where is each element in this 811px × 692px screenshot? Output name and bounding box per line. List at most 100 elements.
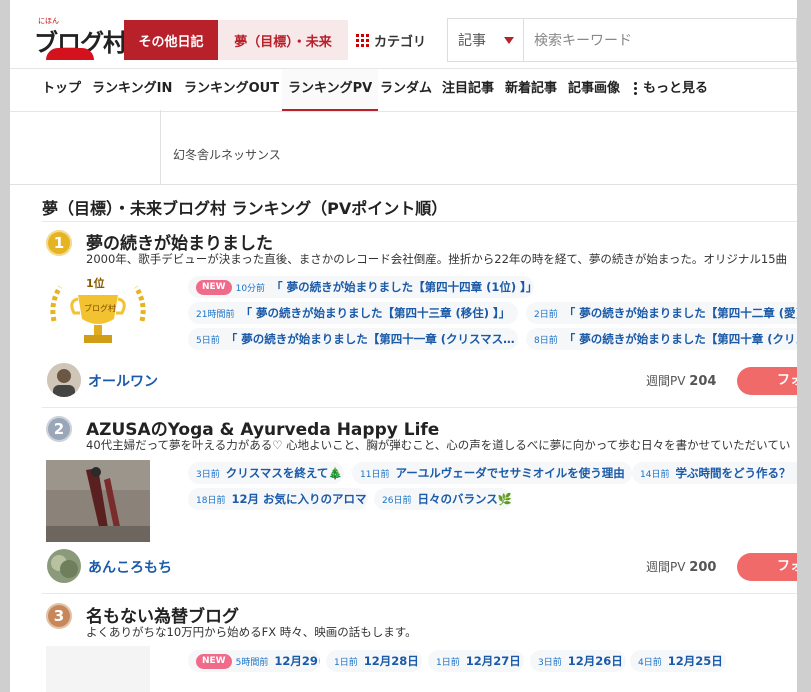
post-time: 3日前 <box>538 658 562 668</box>
post-title: 12月27日 <box>465 654 521 668</box>
post-time: 2日前 <box>534 310 558 320</box>
search-input[interactable] <box>532 25 786 57</box>
publisher-banner[interactable]: 幻冬舎ルネッサンス <box>10 110 797 185</box>
post-time: 1日前 <box>334 658 358 668</box>
weekly-pv: 週間PV 200 <box>646 558 716 575</box>
search-type-select[interactable]: 記事 <box>448 19 524 61</box>
pv-label: 週間PV <box>646 560 686 574</box>
pv-label: 週間PV <box>646 374 686 388</box>
post-link[interactable]: 21時間前「 夢の続きが始まりました【第四十三章 (移住) 】」 <box>188 302 518 324</box>
weekly-pv: 週間PV 204 <box>646 372 716 389</box>
rank-medal-silver: 2 <box>46 416 72 442</box>
author-name[interactable]: あんころもち <box>88 557 172 577</box>
category-button[interactable]: その他日記 <box>124 20 218 60</box>
page: にほん ブログ村 その他日記 夢（目標）・未来 カテゴリ 記事 トップ ランキン… <box>10 0 797 692</box>
nature-photo-icon <box>47 549 81 583</box>
ranking-title: 夢（目標）・未来ブログ村 ランキング（PVポイント順） <box>42 199 448 218</box>
post-link[interactable]: 18日前 12月 お気に入りのアロマ <box>188 488 368 510</box>
post-link[interactable]: 1日前 12月27日 <box>428 650 524 672</box>
nav-item-featured[interactable]: 注目記事 <box>442 69 494 109</box>
post-title: 「 夢の続きが始まりました【第四十章 (クリス <box>563 332 797 346</box>
divider <box>42 221 797 222</box>
post-link[interactable]: 1日前 12月28日 <box>326 650 422 672</box>
blog-desc-3: よくありがちな10万円から始めるFX 時々、映画の話もします。 <box>86 625 417 639</box>
post-title: 12月26日 <box>567 654 623 668</box>
post-link[interactable]: 5日前「 夢の続きが始まりました【第四十一章 (クリスマス… <box>188 328 518 350</box>
follow-button[interactable]: フォ <box>737 553 797 581</box>
thumb-brand-label: ブログ村 <box>84 304 116 313</box>
grid-icon <box>356 33 369 47</box>
new-badge: NEW <box>196 280 232 295</box>
main-nav: トップ ランキングIN ランキングOUT ランキングPV ランダム 注目記事 新… <box>10 68 797 112</box>
avatar[interactable] <box>47 363 81 397</box>
post-link[interactable]: 11日前 アーユルヴェーダでセサミオイルを使う理由 <box>352 462 632 484</box>
post-time: 5時間前 <box>235 658 269 668</box>
nav-item-top[interactable]: トップ <box>42 69 81 109</box>
blog-thumbnail-3[interactable] <box>46 646 150 692</box>
post-link[interactable]: 4日前 12月25日 <box>630 650 726 672</box>
post-title: アーユルヴェーダでセサミオイルを使う理由 <box>395 466 625 480</box>
post-title: 12月29日 <box>274 654 320 668</box>
post-time: 10分前 <box>235 284 266 294</box>
divider <box>42 593 797 594</box>
blog-desc-2: 40代主婦だって夢を叶える力がある♡ 心地よいこと、胸が弾むこと、心の声を道しる… <box>86 438 791 452</box>
nav-item-new-posts[interactable]: 新着記事 <box>505 69 557 109</box>
author-name[interactable]: オールワン <box>88 371 158 391</box>
blog-desc-1: 2000年、歌手デビューが決まった直後、まさかのレコード会社倒産。挫折から22年… <box>86 252 788 266</box>
follow-button[interactable]: フォ <box>737 367 797 395</box>
rank-medal-bronze: 3 <box>46 603 72 629</box>
post-title: 「 夢の続きが始まりました【第四十三章 (移住) 】」 <box>240 306 511 320</box>
more-vertical-icon <box>634 80 637 97</box>
divider <box>160 110 161 184</box>
post-title: 「 夢の続きが始まりました【第四十二章 (愛) <box>563 306 797 320</box>
post-link[interactable]: 3日前 クリスマスを終えて🎄 <box>188 462 344 484</box>
post-title: 「 夢の続きが始まりました【第四十一章 (クリスマス… <box>225 332 515 346</box>
blog-thumbnail-1[interactable]: 1位 ブログ村 <box>46 273 150 355</box>
nav-item-ranking-in[interactable]: ランキングIN <box>92 69 172 109</box>
post-time: 21時間前 <box>196 310 235 320</box>
post-time: 26日前 <box>382 496 412 506</box>
category-menu-label: カテゴリ <box>374 34 427 50</box>
post-link[interactable]: NEW5時間前 12月29日 <box>188 650 320 672</box>
caret-down-icon <box>504 37 514 44</box>
nav-item-ranking-out[interactable]: ランキングOUT <box>184 69 279 109</box>
pv-value: 200 <box>689 560 717 575</box>
post-title: 日々のバランス🌿 <box>417 492 512 506</box>
pv-value: 204 <box>689 374 717 389</box>
post-time: 3日前 <box>196 470 220 480</box>
nav-item-more[interactable]: もっと見る <box>634 69 708 109</box>
post-time: 4日前 <box>638 658 662 668</box>
post-time: 5日前 <box>196 336 220 346</box>
post-time: 18日前 <box>196 496 226 506</box>
post-link[interactable]: NEW 10分前「 夢の続きが始まりました【第四十四章 (1位) 】」 <box>188 276 534 298</box>
nav-more-label: もっと見る <box>643 81 709 96</box>
blog-thumbnail-2[interactable] <box>46 460 150 542</box>
post-link[interactable]: 26日前 日々のバランス🌿 <box>374 488 512 510</box>
post-title: 学ぶ時間をどう作る？ <box>675 466 791 480</box>
person-photo-icon <box>47 363 81 397</box>
avatar[interactable] <box>47 549 81 583</box>
post-title: 12月25日 <box>667 654 723 668</box>
yoga-photo-icon <box>46 460 150 542</box>
post-title: 12月28日 <box>363 654 419 668</box>
subcategory-link[interactable]: 夢（目標）・未来 <box>218 20 348 60</box>
publisher-name: 幻冬舎ルネッサンス <box>173 148 281 162</box>
nav-item-ranking-pv[interactable]: ランキングPV <box>282 69 379 111</box>
logo-red-arc <box>46 48 94 60</box>
post-title: 12月 お気に入りのアロマ <box>231 492 367 506</box>
blogmura-logo[interactable]: にほん ブログ村 <box>26 14 127 60</box>
category-menu-button[interactable]: カテゴリ <box>356 20 426 60</box>
post-link[interactable]: 2日前「 夢の続きが始まりました【第四十二章 (愛) <box>526 302 797 324</box>
post-link[interactable]: 8日前「 夢の続きが始まりました【第四十章 (クリス <box>526 328 797 350</box>
new-badge: NEW <box>196 654 232 669</box>
search-type-label: 記事 <box>458 33 486 49</box>
post-title: 「 夢の続きが始まりました【第四十四章 (1位) 】」 <box>271 280 534 294</box>
post-link[interactable]: 14日前 学ぶ時間をどう作る？ <box>632 462 797 484</box>
rank-medal-gold: 1 <box>46 230 72 256</box>
divider <box>42 407 797 408</box>
post-time: 8日前 <box>534 336 558 346</box>
nav-item-post-images[interactable]: 記事画像 <box>568 69 620 109</box>
thumb-rank-label: 1位 <box>86 277 105 290</box>
post-link[interactable]: 3日前 12月26日 <box>530 650 626 672</box>
nav-item-random[interactable]: ランダム <box>380 69 432 109</box>
